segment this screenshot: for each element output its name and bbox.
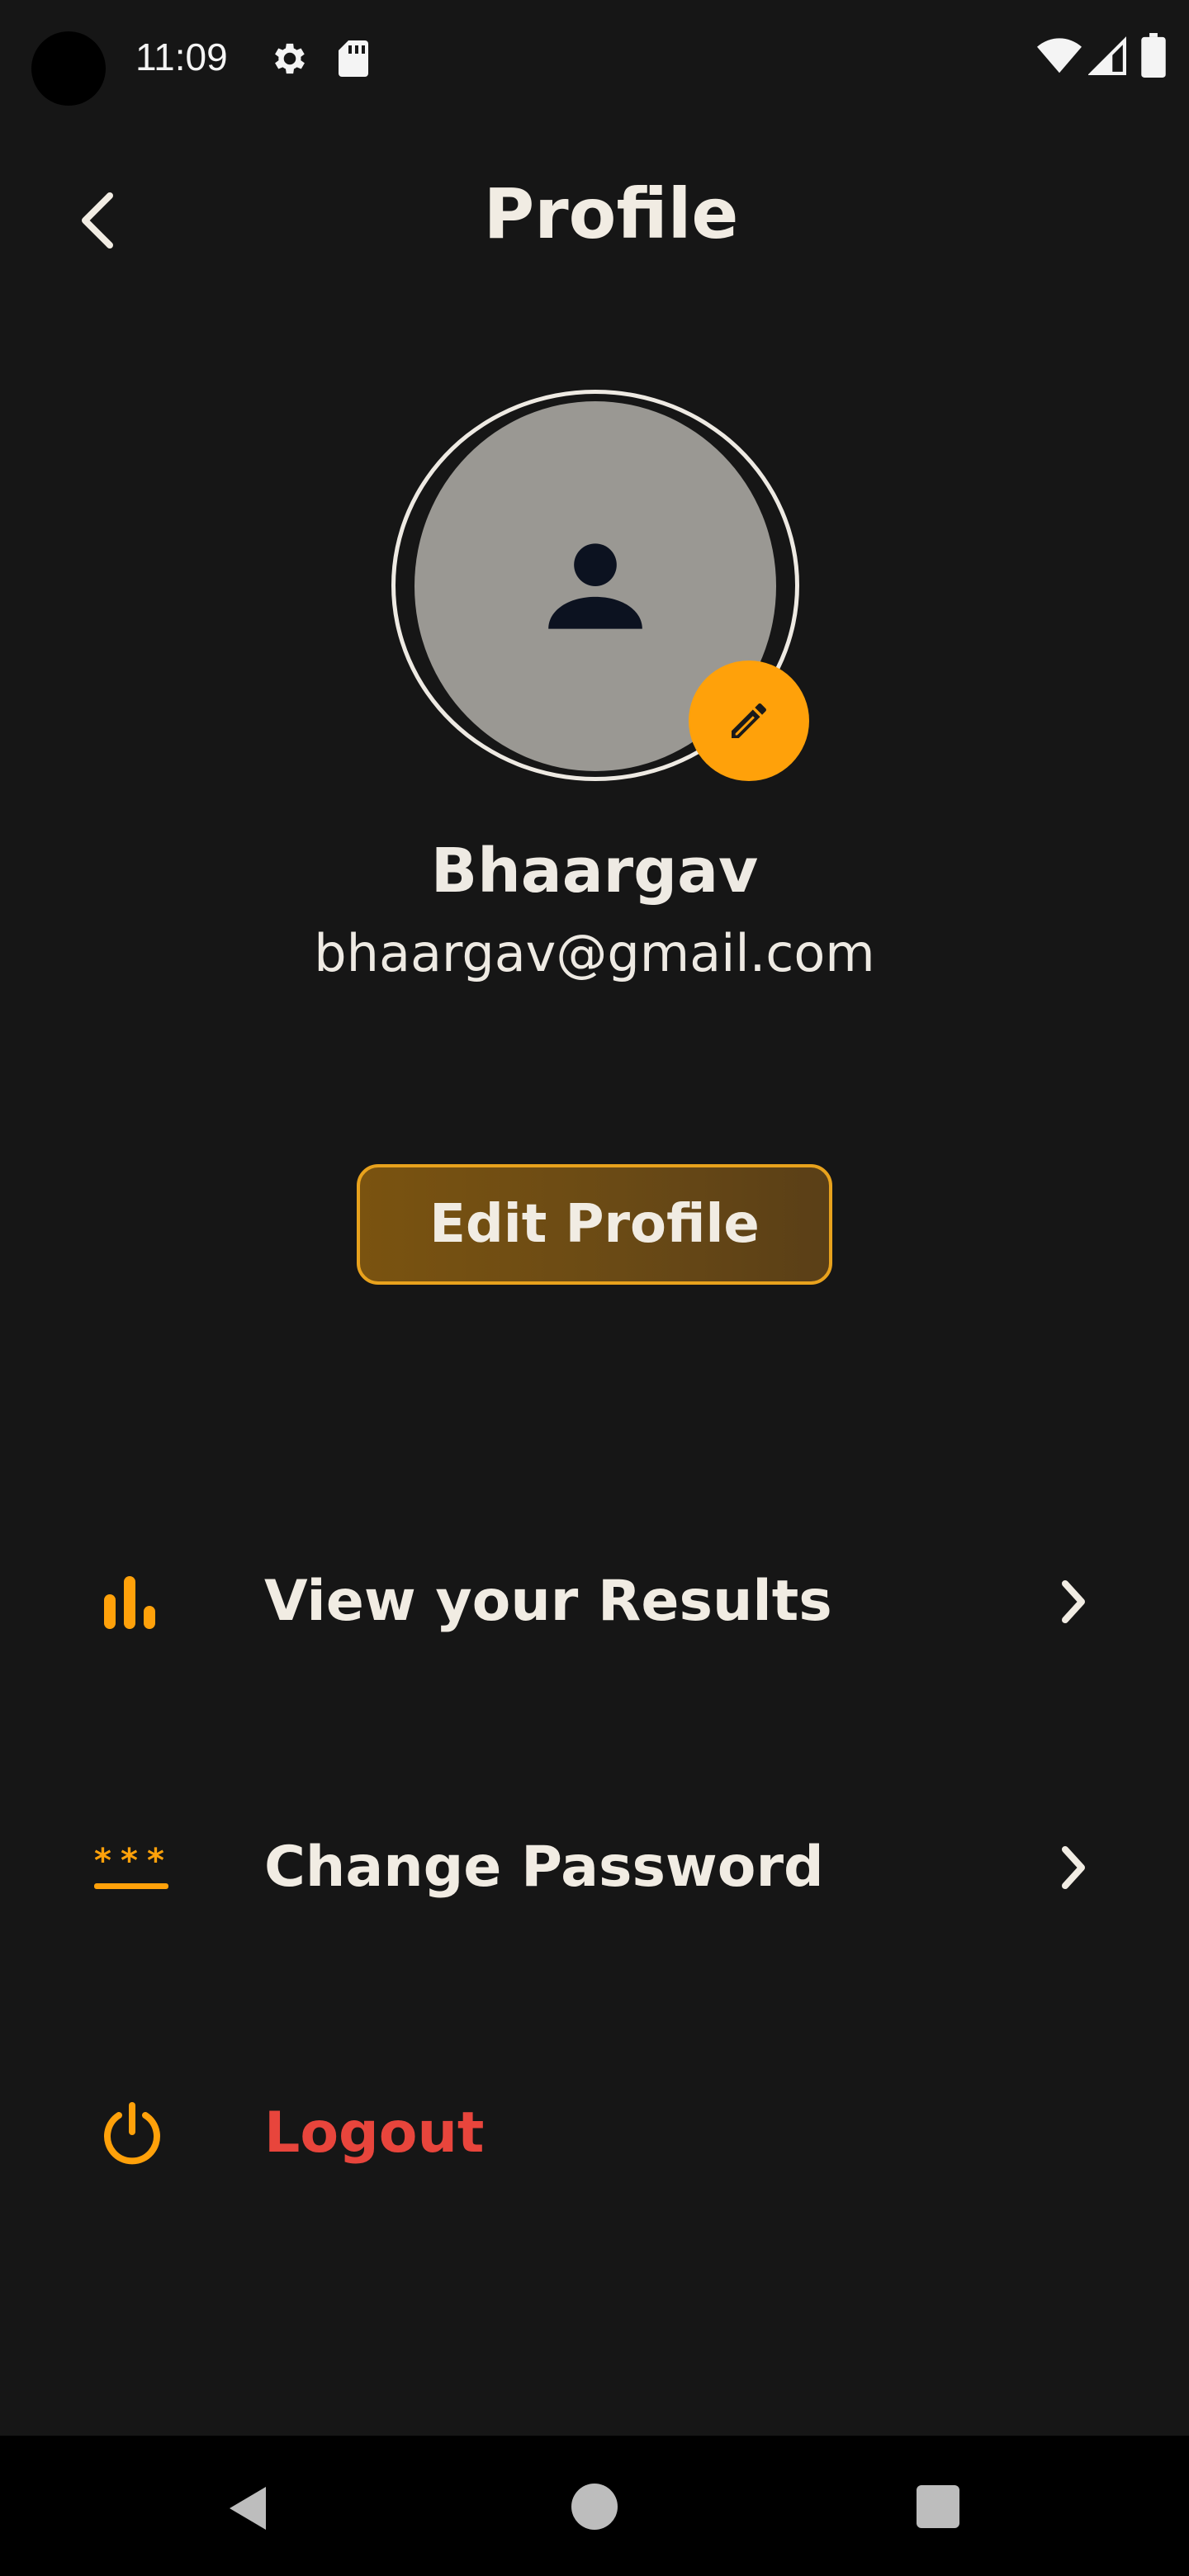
chevron-right-icon bbox=[1047, 1569, 1100, 1635]
status-time: 11:09 bbox=[135, 36, 228, 78]
chevron-right-icon bbox=[1047, 1835, 1100, 1901]
menu-item-label: Logout bbox=[264, 2100, 485, 2166]
gear-icon bbox=[275, 43, 305, 74]
page-title: Profile bbox=[483, 173, 739, 254]
menu-item-view-results[interactable]: View your Results bbox=[0, 1536, 1189, 1668]
pencil-icon bbox=[732, 703, 766, 738]
power-icon bbox=[83, 2092, 182, 2175]
bar-chart-icon bbox=[83, 1560, 182, 1643]
person-icon bbox=[548, 543, 642, 629]
user-email: bhaargav@gmail.com bbox=[314, 923, 875, 983]
user-name: Bhaargav bbox=[430, 836, 759, 907]
svg-text:*: * bbox=[94, 1842, 111, 1880]
battery-icon bbox=[1141, 33, 1166, 78]
nav-back-icon[interactable] bbox=[223, 2482, 276, 2535]
system-nav-bar bbox=[0, 2436, 1189, 2576]
edit-profile-button[interactable]: Edit Profile bbox=[357, 1164, 832, 1285]
status-bar: 11:09 bbox=[0, 0, 1189, 124]
wifi-icon bbox=[1037, 38, 1082, 73]
camera-cutout bbox=[31, 31, 106, 106]
password-icon: * * * bbox=[83, 1826, 182, 1909]
menu-item-label: Change Password bbox=[264, 1835, 824, 1900]
menu-item-label: View your Results bbox=[264, 1569, 832, 1634]
sd-card-icon bbox=[339, 40, 368, 77]
nav-home-icon[interactable] bbox=[571, 2484, 618, 2530]
menu-item-logout[interactable]: Logout bbox=[0, 2067, 1189, 2200]
edit-avatar-button[interactable] bbox=[689, 661, 809, 781]
menu-item-change-password[interactable]: * * * Change Password bbox=[0, 1802, 1189, 1934]
profile-screen: 11:09 Profile Bhaargav bhaargav@gmail.co… bbox=[0, 0, 1189, 2576]
nav-recents-icon[interactable] bbox=[917, 2485, 959, 2528]
svg-text:*: * bbox=[147, 1842, 164, 1880]
signal-icon bbox=[1088, 36, 1126, 75]
svg-text:*: * bbox=[121, 1842, 138, 1880]
